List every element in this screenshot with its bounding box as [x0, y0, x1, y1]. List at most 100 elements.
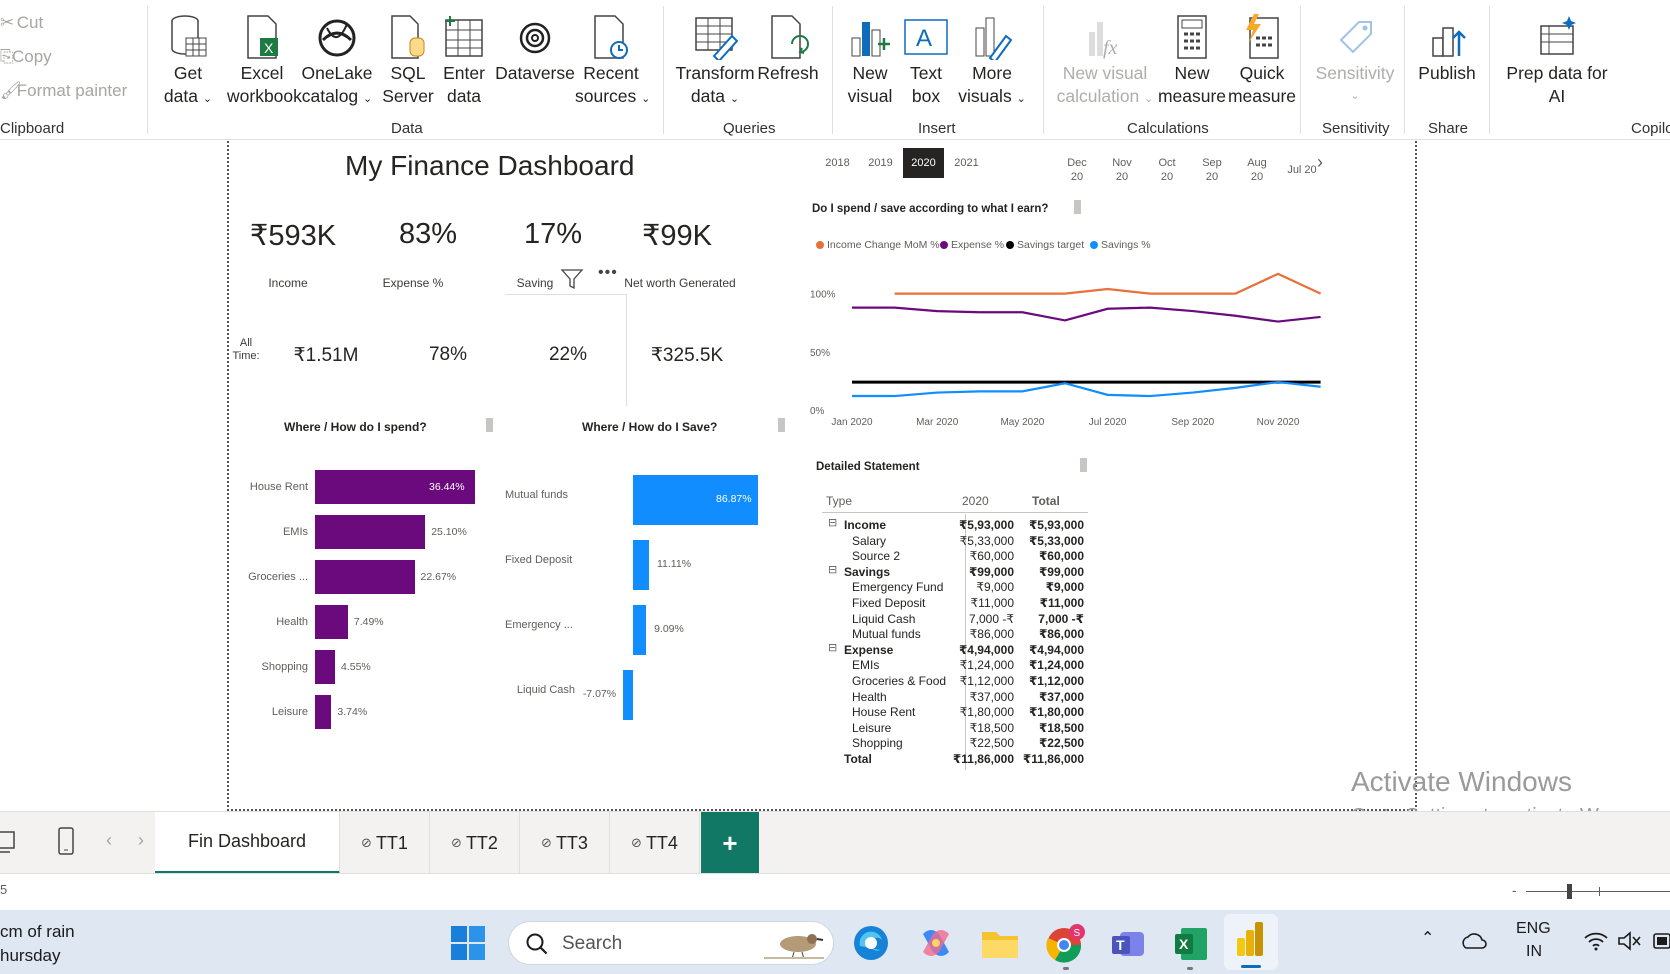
file-explorer-icon[interactable]: [980, 926, 1020, 965]
more-visuals-button[interactable]: More visuals ⌄: [955, 12, 1029, 111]
table-row[interactable]: Mutual funds ₹86,000 ₹86,000: [822, 627, 1088, 644]
month-option[interactable]: Oct 20: [1147, 156, 1187, 184]
sql-server-button[interactable]: SQL Server: [381, 12, 435, 108]
spend-bar[interactable]: [315, 560, 415, 594]
battery-icon[interactable]: [1653, 931, 1670, 956]
scroll-handle[interactable]: [486, 418, 493, 432]
add-page-button[interactable]: +: [701, 812, 759, 874]
month-option[interactable]: Sep 20: [1192, 156, 1232, 184]
table-row[interactable]: Shopping ₹22,500 ₹22,500: [822, 736, 1088, 753]
sensitivity-button[interactable]: Sensitivity ⌄: [1310, 12, 1400, 108]
table-row[interactable]: ⊟ Expense ₹4,94,000 ₹4,94,000: [822, 642, 1088, 660]
get-data-button[interactable]: Get data ⌄: [157, 12, 219, 111]
onedrive-icon[interactable]: [1460, 930, 1488, 955]
scroll-handle[interactable]: [1074, 200, 1081, 214]
tab-fin-dashboard[interactable]: Fin Dashboard: [155, 812, 340, 874]
save-bar[interactable]: [633, 605, 647, 655]
table-row[interactable]: Fixed Deposit ₹11,000 ₹11,000: [822, 596, 1088, 613]
save-bar[interactable]: [633, 540, 649, 590]
month-option[interactable]: Nov 20: [1102, 156, 1142, 184]
line-series-3[interactable]: [852, 380, 1321, 398]
table-row[interactable]: Health ₹37,000 ₹37,000: [822, 690, 1088, 707]
collapse-icon[interactable]: ⊟: [828, 516, 837, 529]
excel-workbook-button[interactable]: X Excel workbook: [227, 12, 302, 108]
scroll-handle[interactable]: [1080, 458, 1087, 472]
edge-icon[interactable]: [852, 924, 890, 967]
line-series-0[interactable]: [894, 272, 1322, 295]
table-row[interactable]: House Rent ₹1,80,000 ₹1,80,000: [822, 705, 1088, 722]
dataverse-button[interactable]: Dataverse: [495, 12, 575, 85]
enter-data-button[interactable]: Enter data: [437, 12, 491, 108]
spend-bar[interactable]: [315, 695, 332, 729]
column-header-2020[interactable]: 2020: [962, 494, 989, 508]
chevron-up-icon[interactable]: ⌃: [1421, 928, 1434, 948]
new-visual-button[interactable]: New visual: [845, 12, 895, 108]
spend-bar[interactable]: [315, 650, 335, 684]
weather-day[interactable]: hursday: [0, 946, 60, 966]
text-box-button[interactable]: A Text box: [901, 12, 951, 108]
legend-item[interactable]: Expense %: [940, 239, 1004, 251]
save-bar-chart[interactable]: Mutual funds 86.87% Fixed Deposit 11.11% Eme…: [505, 465, 785, 730]
cut-button[interactable]: ✂ Cut: [0, 13, 43, 33]
publish-button[interactable]: Publish: [1412, 12, 1482, 85]
tab-tt4[interactable]: ⊘ TT4: [610, 812, 700, 874]
column-header-total[interactable]: Total: [1032, 494, 1060, 508]
table-row[interactable]: Source 2 ₹60,000 ₹60,000: [822, 549, 1088, 566]
onelake-catalog-button[interactable]: OneLake catalog ⌄: [297, 12, 377, 111]
legend-item[interactable]: Savings %: [1090, 239, 1151, 251]
legend-item[interactable]: Income Change MoM %: [816, 239, 940, 251]
transform-data-button[interactable]: Transform data ⌄: [675, 12, 755, 111]
desktop-view-icon[interactable]: [0, 830, 18, 859]
windows-start-icon[interactable]: [451, 926, 485, 965]
new-visual-calculation-button[interactable]: fx New visual calculation ⌄: [1055, 12, 1155, 111]
legend-item[interactable]: Savings target: [1006, 239, 1084, 251]
collapse-icon[interactable]: ⊟: [828, 563, 837, 576]
weather-text[interactable]: cm of rain: [0, 922, 75, 942]
year-option-2019[interactable]: 2019: [860, 148, 901, 178]
recent-sources-button[interactable]: Recent sources ⌄: [575, 12, 650, 111]
powerbi-taskbar-button[interactable]: [1224, 914, 1278, 970]
year-option-2018[interactable]: 2018: [817, 148, 858, 178]
table-row[interactable]: Leisure ₹18,500 ₹18,500: [822, 721, 1088, 738]
chevron-right-icon[interactable]: ›: [1317, 152, 1323, 173]
wifi-icon[interactable]: [1583, 931, 1609, 956]
table-row[interactable]: EMIs ₹1,24,000 ₹1,24,000: [822, 658, 1088, 675]
chevron-left-icon[interactable]: ‹: [106, 830, 112, 851]
month-option[interactable]: Dec 20: [1057, 156, 1097, 184]
spend-bar[interactable]: [315, 605, 348, 639]
taskbar-search-box[interactable]: Search: [508, 921, 834, 965]
table-row[interactable]: Total ₹11,86,000 ₹11,86,000: [822, 752, 1088, 769]
copilot-icon[interactable]: [917, 924, 955, 967]
line-chart[interactable]: 100% 50% 0% Jan 2020 Mar 2020 May 2020 Jul 202…: [810, 270, 1340, 430]
mobile-view-icon[interactable]: [56, 826, 76, 863]
more-options-icon[interactable]: •••: [598, 264, 618, 282]
year-option-2021[interactable]: 2021: [946, 148, 987, 178]
tab-tt3[interactable]: ⊘ TT3: [520, 812, 610, 874]
year-option-2020[interactable]: 2020: [903, 148, 944, 178]
region-indicator[interactable]: IN: [1526, 943, 1542, 961]
chrome-icon[interactable]: S: [1045, 924, 1085, 969]
spend-bar[interactable]: [315, 515, 426, 549]
new-measure-button[interactable]: New measure: [1157, 12, 1227, 108]
month-option[interactable]: Aug 20: [1237, 156, 1277, 184]
table-row[interactable]: Liquid Cash 7,000 -₹ 7,000 -₹: [822, 612, 1088, 629]
tab-tt2[interactable]: ⊘ TT2: [430, 812, 520, 874]
table-row[interactable]: ⊟ Income ₹5,93,000 ₹5,93,000: [822, 516, 1088, 535]
language-indicator[interactable]: ENG: [1516, 920, 1551, 938]
month-option[interactable]: Jul 20: [1282, 156, 1322, 177]
save-bar[interactable]: [622, 670, 633, 720]
refresh-button[interactable]: Refresh: [757, 12, 819, 85]
table-row[interactable]: ⊟ Savings ₹99,000 ₹99,000: [822, 563, 1088, 582]
zoom-slider-track[interactable]: [1526, 891, 1670, 892]
scroll-handle[interactable]: [778, 418, 785, 432]
excel-taskbar-icon[interactable]: X: [1173, 926, 1209, 967]
tab-tt1[interactable]: ⊘ TT1: [340, 812, 430, 874]
filter-icon[interactable]: [560, 267, 584, 296]
copy-button[interactable]: ⎘Copy: [0, 47, 52, 67]
line-series-1[interactable]: [852, 306, 1321, 323]
table-row[interactable]: Groceries & Food ₹1,12,000 ₹1,12,000: [822, 674, 1088, 691]
speaker-muted-icon[interactable]: [1617, 931, 1643, 956]
teams-icon[interactable]: T: [1110, 926, 1148, 967]
detailed-statement-table[interactable]: Type 2020 Total ⊟ Income ₹5,93,000 ₹5,93,000 Sa…: [822, 488, 1092, 770]
prep-data-for-ai-button[interactable]: Prep data for AI: [1502, 12, 1612, 108]
